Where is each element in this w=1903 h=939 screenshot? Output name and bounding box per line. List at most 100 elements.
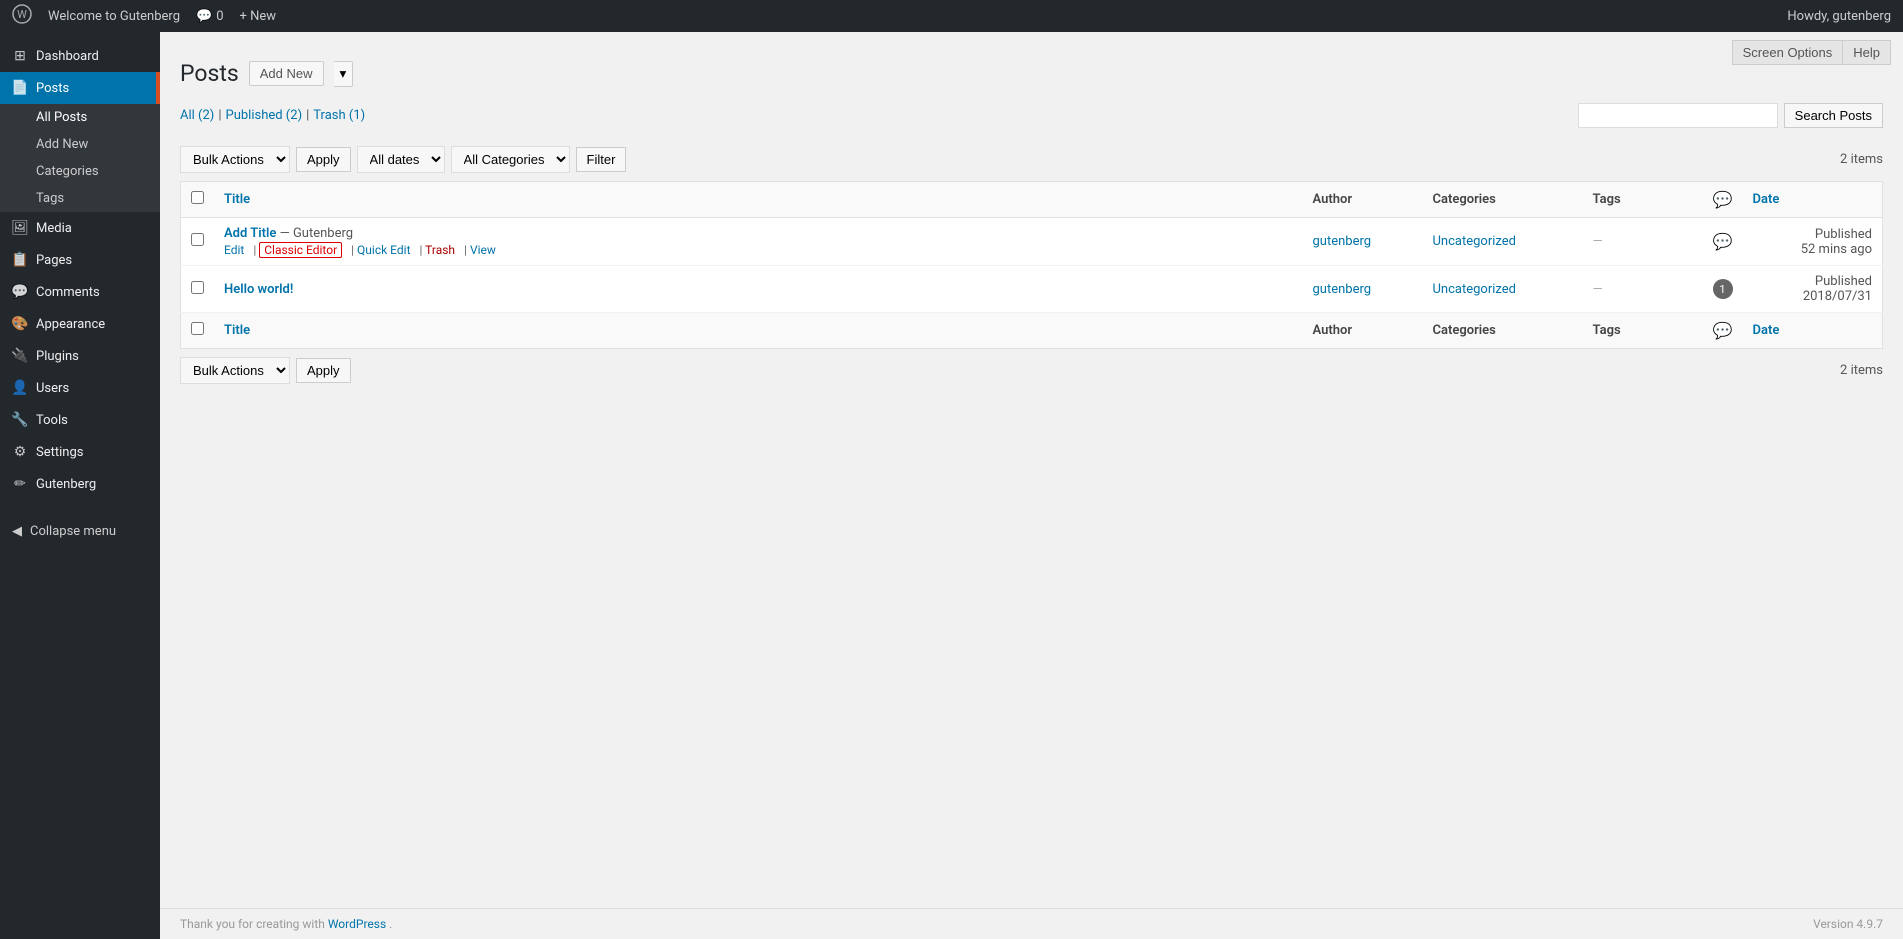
posts-icon: 📄 [12,80,28,96]
filter-trash-link[interactable]: Trash (1) [313,108,365,123]
adminbar-comments[interactable]: 💬 0 [196,9,224,24]
filters-row-bottom: Bulk Actions Apply 2 items [180,357,1883,384]
svg-text:W: W [17,8,27,21]
row1-view-link[interactable]: View [470,243,496,257]
footer-comments-header: 💬 [1703,313,1743,349]
row2-comments-cell: 1 [1703,266,1743,313]
footer-date-header[interactable]: Date [1743,313,1883,349]
add-new-button[interactable]: Add New [249,61,324,86]
row2-checkbox-cell [181,266,215,313]
row1-comment-icon: 💬 [1713,232,1733,251]
page-title: Posts [180,60,239,87]
sidebar-item-pages[interactable]: 📋 Pages [0,244,160,276]
sidebar-item-media[interactable]: 🖼 Media [0,212,160,244]
apply-button-top[interactable]: Apply [296,147,351,172]
comments-icon: 💬 [196,9,212,24]
row2-author-link[interactable]: gutenberg [1313,282,1372,297]
row2-category-link[interactable]: Uncategorized [1433,282,1516,297]
wordpress-link[interactable]: WordPress [328,917,386,931]
title-header[interactable]: Title [214,182,1303,218]
footer-title-sort-link[interactable]: Title [224,323,250,338]
table-row: Add Title — Gutenberg Edit | Classic Edi… [181,218,1883,266]
admin-bar: W Welcome to Gutenberg 💬 0 + New Howdy, … [0,0,1903,32]
admin-menu: ⊞ Dashboard 📄 Posts All Posts Add New Ca… [0,32,160,939]
title-sort-link[interactable]: Title [224,192,250,207]
category-filter-select[interactable]: All Categories [451,146,570,173]
row1-date-cell: Published 52 mins ago [1743,218,1883,266]
screen-options-button[interactable]: Screen Options [1732,40,1843,65]
row1-quick-edit-link[interactable]: Quick Edit [357,243,410,257]
search-posts-button[interactable]: Search Posts [1784,103,1883,128]
select-all-checkbox[interactable] [191,191,204,204]
row2-author-cell: gutenberg [1303,266,1423,313]
filter-published-link[interactable]: Published (2) [226,108,303,123]
bulk-actions-select-top[interactable]: Bulk Actions [180,146,290,173]
table-footer-header-row: Title Author Categories Tags 💬 Date [181,313,1883,349]
adminbar-howdy: Howdy, gutenberg [1787,9,1891,24]
search-bar: Search Posts [1578,103,1883,128]
row1-row-actions: Edit | Classic Editor | Quick Edit | Tra… [224,243,1293,257]
wp-logo-icon[interactable]: W [12,4,32,29]
submenu-categories[interactable]: Categories [0,158,160,185]
footer-text: Thank you for creating with WordPress . [180,917,392,931]
bulk-actions-select-bottom[interactable]: Bulk Actions [180,357,290,384]
row1-title-link[interactable]: Add Title — Gutenberg [224,226,353,241]
date-header[interactable]: Date [1743,182,1883,218]
sidebar-item-posts[interactable]: 📄 Posts [0,72,160,104]
row1-category-link[interactable]: Uncategorized [1433,234,1516,249]
author-header: Author [1303,182,1423,218]
page-header: Posts Add New ▾ [180,60,1883,87]
date-filter-select[interactable]: All dates [357,146,445,173]
search-posts-input[interactable] [1578,103,1778,128]
row2-title-link[interactable]: Hello world! [224,282,293,297]
wp-footer: Thank you for creating with WordPress . … [160,908,1903,939]
filter-button[interactable]: Filter [576,147,627,172]
dashboard-icon: ⊞ [12,48,28,64]
filter-all-link[interactable]: All (2) [180,108,214,123]
row2-tags-cell: — [1583,266,1703,313]
sidebar-item-appearance[interactable]: 🎨 Appearance [0,308,160,340]
sidebar-item-tools[interactable]: 🔧 Tools [0,404,160,436]
footer-author-header: Author [1303,313,1423,349]
row2-comment-bubble[interactable]: 1 [1713,279,1733,299]
top-bar: Screen Options Help [1720,32,1903,73]
row1-categories-cell: Uncategorized [1423,218,1583,266]
date-sort-link[interactable]: Date [1753,192,1780,207]
submenu-all-posts[interactable]: All Posts [0,104,160,131]
adminbar-site-name[interactable]: Welcome to Gutenberg [48,9,180,24]
footer-select-all-header [181,313,215,349]
row2-checkbox[interactable] [191,281,204,294]
collapse-menu-button[interactable]: ◀ Collapse menu [0,516,160,547]
footer-categories-header: Categories [1423,313,1583,349]
submenu-add-new[interactable]: Add New [0,131,160,158]
gutenberg-icon: ✏ [12,476,28,492]
row1-checkbox[interactable] [191,233,204,246]
add-new-dropdown-button[interactable]: ▾ [334,61,354,87]
plugins-icon: 🔌 [12,348,28,364]
footer-title-header[interactable]: Title [214,313,1303,349]
wp-wrap: ⊞ Dashboard 📄 Posts All Posts Add New Ca… [0,32,1903,939]
row1-author-link[interactable]: gutenberg [1313,234,1372,249]
sidebar-item-users[interactable]: 👤 Users [0,372,160,404]
footer-select-all-checkbox[interactable] [191,322,204,335]
filters-row-top: Bulk Actions Apply All dates All Categor… [180,146,1883,173]
row1-trash-link[interactable]: Trash [425,243,455,257]
footer-date-sort-link[interactable]: Date [1753,323,1780,338]
items-count-bottom: 2 items [1840,363,1883,378]
row1-classic-editor-link[interactable]: Classic Editor [259,242,342,258]
adminbar-new[interactable]: + New [240,9,277,24]
sidebar-item-settings[interactable]: ⚙ Settings [0,436,160,468]
sidebar-item-gutenberg[interactable]: ✏ Gutenberg [0,468,160,500]
submenu-tags[interactable]: Tags [0,185,160,212]
table-header-row: Title Author Categories Tags 💬 Date [181,182,1883,218]
collapse-icon: ◀ [12,524,22,539]
row2-title-cell: Hello world! [214,266,1303,313]
sidebar-item-comments[interactable]: 💬 Comments [0,276,160,308]
sidebar-item-dashboard[interactable]: ⊞ Dashboard [0,40,160,72]
apply-button-bottom[interactable]: Apply [296,358,351,383]
row1-tags-cell: — [1583,218,1703,266]
row1-edit-link[interactable]: Edit [224,243,244,257]
subsubsub-nav: All (2) | Published (2) | Trash (1) [180,108,365,123]
help-button[interactable]: Help [1842,40,1891,65]
sidebar-item-plugins[interactable]: 🔌 Plugins [0,340,160,372]
